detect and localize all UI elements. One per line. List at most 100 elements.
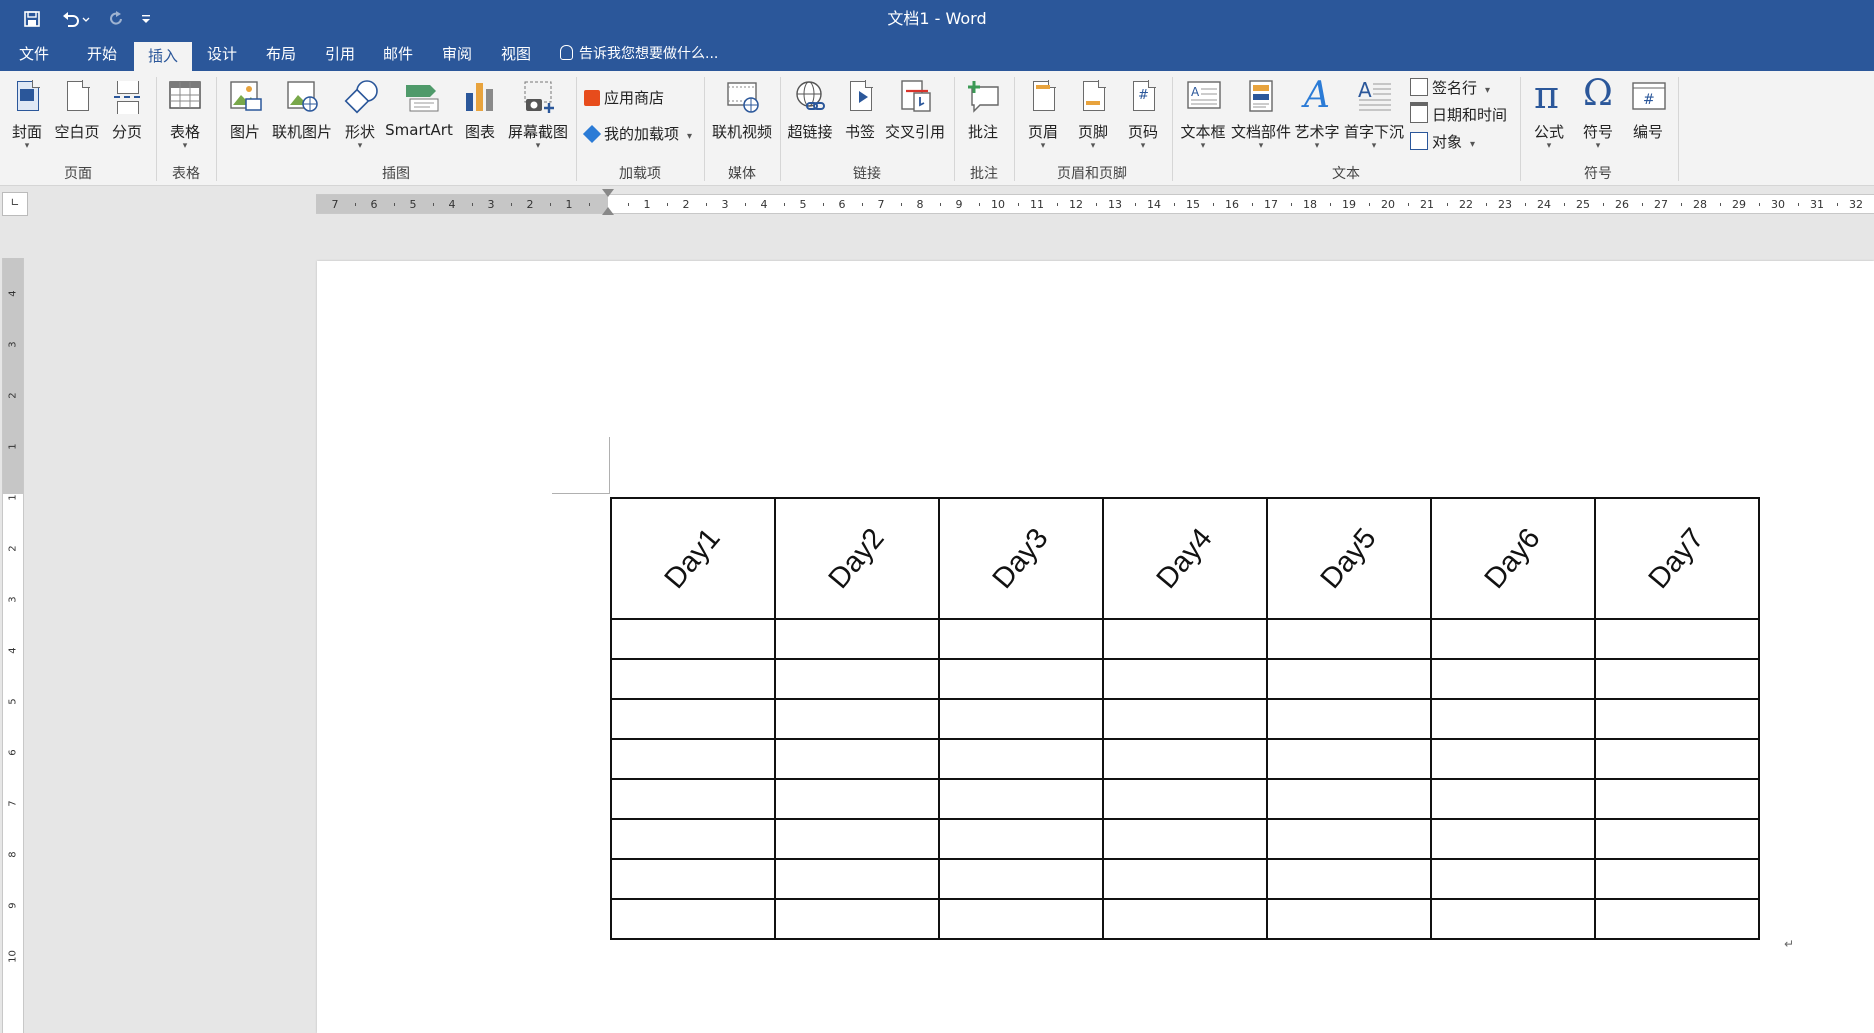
table-cell[interactable] (1266, 658, 1432, 700)
table-cell[interactable] (774, 858, 940, 900)
table-cell[interactable] (1102, 898, 1268, 940)
smartart-button[interactable]: SmartArt (384, 75, 454, 155)
tab-home[interactable]: 开始 (72, 38, 132, 71)
tab-layout[interactable]: 布局 (253, 38, 309, 71)
table-cell[interactable] (1266, 898, 1432, 940)
tab-selector[interactable]: ∟ (2, 192, 28, 216)
table-cell[interactable] (610, 858, 776, 900)
hyperlink-button[interactable]: 超链接 (784, 75, 836, 155)
table-header-cell[interactable]: Day2 (774, 497, 940, 620)
table-cell[interactable] (938, 778, 1104, 820)
online-pictures-button[interactable]: 联机图片 (270, 75, 334, 155)
quick-parts-button[interactable]: 文档部件 ▾ (1230, 75, 1292, 155)
chart-button[interactable]: 图表 (458, 75, 502, 155)
page-break-button[interactable]: 分页 (106, 75, 148, 155)
table-cell[interactable] (610, 818, 776, 860)
tab-file[interactable]: 文件 (0, 38, 68, 71)
blank-page-button[interactable]: 空白页 (52, 75, 102, 155)
table-cell[interactable] (938, 658, 1104, 700)
table-header-cell[interactable]: Day3 (938, 497, 1104, 620)
table-cell[interactable] (774, 778, 940, 820)
bookmark-button[interactable]: 书签 (840, 75, 880, 155)
table-cell[interactable] (1594, 698, 1760, 740)
table-header-cell[interactable]: Day7 (1594, 497, 1760, 620)
header-button[interactable]: 页眉 ▾ (1022, 75, 1064, 155)
table-cell[interactable] (774, 818, 940, 860)
table-cell[interactable] (1266, 618, 1432, 660)
table-cell[interactable] (774, 618, 940, 660)
new-comment-button[interactable]: 批注 (962, 75, 1004, 155)
table-cell[interactable] (1266, 858, 1432, 900)
table-cell[interactable] (938, 818, 1104, 860)
table-cell[interactable] (938, 698, 1104, 740)
text-box-button[interactable]: A 文本框 ▾ (1178, 75, 1228, 155)
table-cell[interactable] (1594, 818, 1760, 860)
online-video-button[interactable]: 联机视频 (710, 75, 774, 155)
table-cell[interactable] (610, 658, 776, 700)
table-cell[interactable] (610, 618, 776, 660)
horizontal-ruler[interactable]: 7 6 5 4 3 2 1 1 2 3 4 5 6 7 8 9 10 11 12 13 14 15 16 17 18 19 20 21… (316, 189, 1874, 215)
table-cell[interactable] (1430, 858, 1596, 900)
tab-design[interactable]: 设计 (194, 38, 250, 71)
table-cell[interactable] (1594, 778, 1760, 820)
symbol-button[interactable]: Ω 符号 ▾ (1576, 73, 1620, 155)
table-cell[interactable] (1430, 698, 1596, 740)
tab-mailings[interactable]: 邮件 (370, 38, 426, 71)
table-cell[interactable] (1594, 858, 1760, 900)
page-number-button[interactable]: # 页码 ▾ (1122, 75, 1164, 155)
table-cell[interactable] (1594, 898, 1760, 940)
table-cell[interactable] (1430, 658, 1596, 700)
office-store-button[interactable]: 应用商店 (584, 85, 664, 111)
table-header-cell[interactable]: Day1 (610, 497, 776, 620)
tab-review[interactable]: 审阅 (429, 38, 485, 71)
screenshot-button[interactable]: 屏幕截图 ▾ (506, 75, 570, 155)
indent-marker[interactable] (602, 189, 614, 197)
tab-references[interactable]: 引用 (312, 38, 368, 71)
table-cell[interactable] (938, 858, 1104, 900)
table-cell[interactable] (1430, 898, 1596, 940)
wordart-button[interactable]: A 艺术字 ▾ (1294, 75, 1340, 155)
cover-page-button[interactable]: 封面 ▾ (6, 75, 48, 155)
cross-reference-button[interactable]: 交叉引用 (882, 75, 948, 155)
table-cell[interactable] (1430, 738, 1596, 780)
table-header-cell[interactable]: Day5 (1266, 497, 1432, 620)
table-cell[interactable] (1430, 778, 1596, 820)
equation-button[interactable]: π 公式 ▾ (1526, 73, 1572, 155)
footer-button[interactable]: 页脚 ▾ (1072, 75, 1114, 155)
table-cell[interactable] (1430, 618, 1596, 660)
table-cell[interactable] (1102, 738, 1268, 780)
table-cell[interactable] (610, 898, 776, 940)
table-cell[interactable] (774, 658, 940, 700)
table-button[interactable]: 表格 ▾ (163, 75, 207, 155)
table-cell[interactable] (1430, 818, 1596, 860)
table-cell[interactable] (610, 738, 776, 780)
table-cell[interactable] (1594, 658, 1760, 700)
date-time-button[interactable]: 日期和时间 (1410, 102, 1507, 128)
number-button[interactable]: # 编号 (1626, 75, 1670, 155)
tab-view[interactable]: 视图 (488, 38, 544, 71)
tell-me-search[interactable]: 告诉我您想要做什么... (560, 38, 718, 71)
table-header-cell[interactable]: Day6 (1430, 497, 1596, 620)
table-cell[interactable] (1102, 818, 1268, 860)
table-cell[interactable] (1266, 818, 1432, 860)
my-addins-button[interactable]: 我的加载项 ▾ (582, 121, 692, 147)
table-cell[interactable] (1102, 858, 1268, 900)
table-cell[interactable] (1102, 658, 1268, 700)
table-cell[interactable] (774, 898, 940, 940)
table-cell[interactable] (774, 738, 940, 780)
table-cell[interactable] (1266, 778, 1432, 820)
table-cell[interactable] (938, 898, 1104, 940)
pictures-button[interactable]: 图片 (224, 75, 266, 155)
table-cell[interactable] (1102, 698, 1268, 740)
tab-insert[interactable]: 插入 (134, 42, 192, 71)
table-cell[interactable] (1594, 738, 1760, 780)
table-cell[interactable] (1594, 618, 1760, 660)
table-cell[interactable] (610, 698, 776, 740)
table-cell[interactable] (774, 698, 940, 740)
table-cell[interactable] (1102, 778, 1268, 820)
table-cell[interactable] (1266, 738, 1432, 780)
object-button[interactable]: 对象 ▾ (1410, 129, 1475, 155)
table-cell[interactable] (1266, 698, 1432, 740)
document-table[interactable]: Day1 Day2 Day3 Day4 Day5 Day6 Day7 (610, 497, 1760, 940)
table-cell[interactable] (610, 778, 776, 820)
